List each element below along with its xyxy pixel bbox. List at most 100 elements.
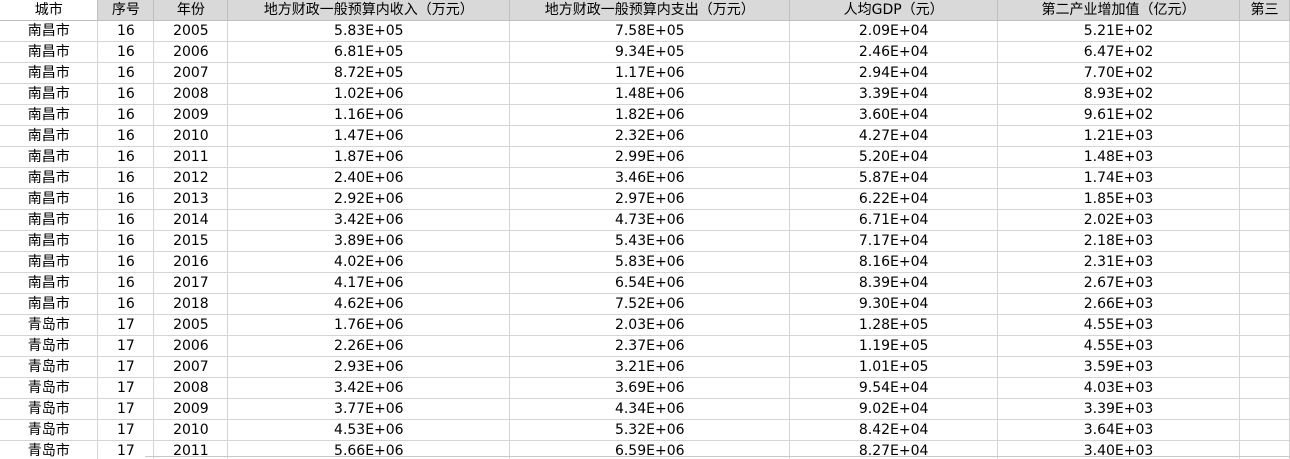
table-cell[interactable]: 9.61E+02 — [997, 104, 1240, 126]
table-cell[interactable] — [1239, 209, 1290, 231]
table-cell[interactable]: 16 — [97, 83, 155, 105]
table-cell[interactable]: 南昌市 — [0, 83, 99, 105]
table-cell[interactable]: 3.89E+06 — [227, 230, 511, 252]
table-cell[interactable]: 南昌市 — [0, 20, 99, 42]
table-cell[interactable]: 6.47E+02 — [997, 41, 1240, 63]
table-cell[interactable]: 3.21E+06 — [509, 356, 791, 378]
table-cell[interactable]: 青岛市 — [0, 377, 99, 399]
table-cell[interactable]: 8.93E+02 — [997, 83, 1240, 105]
table-cell[interactable]: 2.31E+03 — [997, 251, 1240, 273]
table-cell[interactable] — [1239, 104, 1290, 126]
column-header[interactable]: 人均GDP（元） — [789, 0, 999, 21]
table-cell[interactable]: 6.54E+06 — [509, 272, 791, 294]
table-cell[interactable]: 16 — [97, 272, 155, 294]
table-cell[interactable]: 1.76E+06 — [227, 314, 511, 336]
table-cell[interactable]: 2.40E+06 — [227, 167, 511, 189]
table-cell[interactable]: 2.93E+06 — [227, 356, 511, 378]
table-cell[interactable]: 17 — [97, 419, 155, 441]
table-cell[interactable]: 7.52E+06 — [509, 293, 791, 315]
column-header[interactable]: 城市 — [0, 0, 99, 21]
table-cell[interactable] — [1239, 146, 1290, 168]
table-cell[interactable]: 1.82E+06 — [509, 104, 791, 126]
table-cell[interactable]: 南昌市 — [0, 41, 99, 63]
table-cell[interactable]: 1.85E+03 — [997, 188, 1240, 210]
table-cell[interactable]: 2010 — [153, 125, 229, 147]
table-cell[interactable]: 1.21E+03 — [997, 125, 1240, 147]
table-cell[interactable] — [1239, 41, 1290, 63]
column-header[interactable]: 地方财政一般预算内收入（万元） — [227, 0, 511, 21]
table-cell[interactable]: 8.72E+05 — [227, 62, 511, 84]
table-cell[interactable]: 3.46E+06 — [509, 167, 791, 189]
table-cell[interactable] — [1239, 20, 1290, 42]
table-cell[interactable]: 1.01E+05 — [789, 356, 999, 378]
table-cell[interactable]: 9.02E+04 — [789, 398, 999, 420]
table-cell[interactable]: 2.66E+03 — [997, 293, 1240, 315]
table-cell[interactable]: 南昌市 — [0, 230, 99, 252]
table-cell[interactable]: 1.19E+05 — [789, 335, 999, 357]
table-cell[interactable]: 2.09E+04 — [789, 20, 999, 42]
table-cell[interactable]: 1.47E+06 — [227, 125, 511, 147]
table-cell[interactable]: 5.83E+05 — [227, 20, 511, 42]
table-cell[interactable]: 1.28E+05 — [789, 314, 999, 336]
table-cell[interactable]: 7.70E+02 — [997, 62, 1240, 84]
table-cell[interactable]: 16 — [97, 104, 155, 126]
table-cell[interactable]: 2.67E+03 — [997, 272, 1240, 294]
table-cell[interactable]: 4.17E+06 — [227, 272, 511, 294]
table-cell[interactable]: 4.34E+06 — [509, 398, 791, 420]
table-cell[interactable]: 南昌市 — [0, 251, 99, 273]
table-cell[interactable] — [1239, 62, 1290, 84]
table-cell[interactable]: 5.87E+04 — [789, 167, 999, 189]
table-cell[interactable]: 青岛市 — [0, 398, 99, 420]
table-cell[interactable] — [1239, 251, 1290, 273]
table-cell[interactable]: 3.39E+04 — [789, 83, 999, 105]
column-header[interactable]: 第三 — [1239, 0, 1290, 21]
table-cell[interactable] — [1239, 377, 1290, 399]
table-cell[interactable]: 4.03E+03 — [997, 377, 1240, 399]
table-cell[interactable]: 2015 — [153, 230, 229, 252]
table-cell[interactable]: 4.53E+06 — [227, 419, 511, 441]
table-cell[interactable]: 2008 — [153, 377, 229, 399]
table-cell[interactable] — [1239, 356, 1290, 378]
table-cell[interactable]: 1.48E+03 — [997, 146, 1240, 168]
table-cell[interactable]: 8.39E+04 — [789, 272, 999, 294]
table-cell[interactable]: 9.54E+04 — [789, 377, 999, 399]
table-cell[interactable] — [1239, 167, 1290, 189]
table-cell[interactable]: 16 — [97, 125, 155, 147]
table-cell[interactable]: 3.60E+04 — [789, 104, 999, 126]
table-cell[interactable]: 4.55E+03 — [997, 314, 1240, 336]
table-cell[interactable]: 17 — [97, 356, 155, 378]
table-cell[interactable]: 南昌市 — [0, 104, 99, 126]
table-cell[interactable]: 2005 — [153, 314, 229, 336]
table-cell[interactable]: 2.26E+06 — [227, 335, 511, 357]
table-cell[interactable] — [1239, 83, 1290, 105]
table-cell[interactable]: 16 — [97, 209, 155, 231]
table-cell[interactable] — [1239, 272, 1290, 294]
table-cell[interactable]: 南昌市 — [0, 125, 99, 147]
table-cell[interactable]: 17 — [97, 335, 155, 357]
table-cell[interactable]: 南昌市 — [0, 146, 99, 168]
table-cell[interactable]: 2011 — [153, 146, 229, 168]
table-cell[interactable]: 2.37E+06 — [509, 335, 791, 357]
table-cell[interactable]: 3.42E+06 — [227, 209, 511, 231]
table-cell[interactable]: 4.62E+06 — [227, 293, 511, 315]
column-header[interactable]: 地方财政一般预算内支出（万元） — [509, 0, 791, 21]
table-cell[interactable]: 7.58E+05 — [509, 20, 791, 42]
table-cell[interactable]: 16 — [97, 230, 155, 252]
table-cell[interactable]: 南昌市 — [0, 293, 99, 315]
table-cell[interactable]: 2007 — [153, 62, 229, 84]
table-cell[interactable]: 4.55E+03 — [997, 335, 1240, 357]
table-cell[interactable]: 3.59E+03 — [997, 356, 1240, 378]
table-cell[interactable]: 2008 — [153, 83, 229, 105]
table-cell[interactable]: 7.17E+04 — [789, 230, 999, 252]
table-cell[interactable]: 8.16E+04 — [789, 251, 999, 273]
table-cell[interactable]: 2017 — [153, 272, 229, 294]
table-cell[interactable]: 1.02E+06 — [227, 83, 511, 105]
table-cell[interactable]: 9.30E+04 — [789, 293, 999, 315]
table-cell[interactable]: 6.81E+05 — [227, 41, 511, 63]
table-cell[interactable]: 16 — [97, 188, 155, 210]
table-cell[interactable]: 2.18E+03 — [997, 230, 1240, 252]
table-cell[interactable]: 2.99E+06 — [509, 146, 791, 168]
table-cell[interactable]: 5.32E+06 — [509, 419, 791, 441]
table-cell[interactable]: 2009 — [153, 104, 229, 126]
table-cell[interactable]: 青岛市 — [0, 440, 99, 459]
